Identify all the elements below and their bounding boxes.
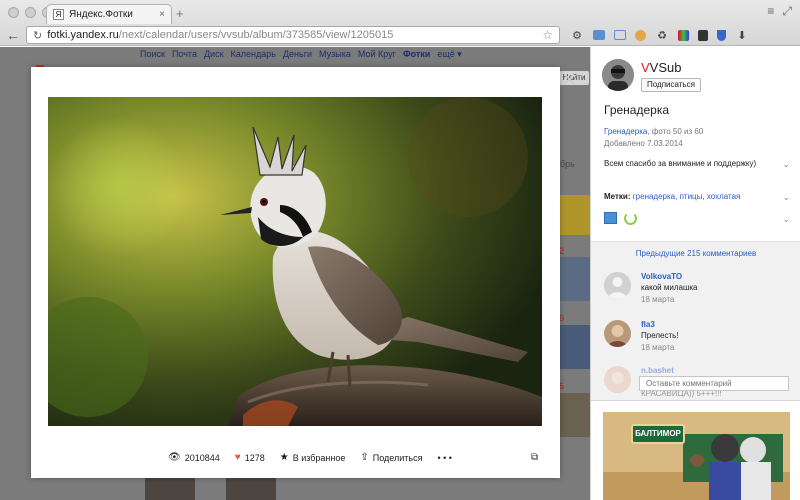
close-icon[interactable]: ✕ [562, 70, 577, 91]
nav-search[interactable]: Поиск [140, 49, 165, 60]
thumbnail[interactable] [559, 393, 590, 437]
subscribe-button[interactable]: Подписаться [641, 78, 701, 92]
comment-author[interactable]: VolkovaTO [641, 272, 682, 281]
photo-description: Всем спасибо за внимание и поддержку) [604, 159, 757, 168]
photo-title: Гренадерка [604, 103, 670, 117]
minimize-window-button[interactable] [25, 7, 36, 18]
favorite-label: В избранное [292, 452, 346, 463]
comment-input[interactable] [639, 376, 789, 391]
cookie-icon[interactable] [635, 29, 646, 41]
album-position: , фото 50 из 60 [647, 127, 704, 136]
author-name-rest: VSub [649, 60, 682, 75]
image-icon[interactable] [604, 212, 617, 224]
nav-mail[interactable]: Почта [172, 49, 197, 60]
extension-icons: ⚙ ♻ ⬇ [570, 28, 749, 42]
window-icon[interactable] [593, 30, 605, 40]
comment-author[interactable]: fla3 [641, 320, 655, 329]
tag-links[interactable]: гренадерка, птицы, хохлатая [633, 192, 741, 201]
photo-info-panel: VVSub Подписаться Гренадерка Гренадерка,… [590, 47, 800, 500]
nav-fotki[interactable]: Фотки [403, 49, 430, 60]
bookmark-star-icon[interactable]: ☆ [542, 28, 553, 42]
previous-comments-link[interactable]: Предыдущие 215 комментариев [591, 249, 800, 258]
tab-title: Яндекс.Фотки [69, 9, 133, 20]
reload-icon[interactable]: ↻ [33, 29, 42, 42]
star-icon: ★ [279, 452, 289, 463]
address-bar[interactable]: ↻ fotki.yandex.ru/next/calendar/users/vv… [26, 26, 560, 44]
yandex-top-nav: Поиск Почта Диск Календарь Деньги Музыка… [140, 49, 462, 60]
comment-author[interactable]: n.bashet [641, 366, 674, 375]
eye-icon: 👁 [168, 452, 181, 463]
comment-text: какой милашка [641, 283, 698, 292]
advertisement-banner[interactable]: БАЛТИМОР [603, 412, 790, 500]
favorite-button[interactable]: ★ В избранное [280, 452, 346, 463]
nav-calendar[interactable]: Календарь [231, 49, 276, 60]
toolbar: ← ↻ fotki.yandex.ru/next/calendar/users/… [0, 24, 800, 46]
new-tab-button[interactable]: + [176, 6, 184, 21]
chevron-down-icon[interactable]: ⌄ [782, 214, 790, 225]
fullscreen-icon[interactable]: ⧉ [531, 452, 538, 463]
close-tab-icon[interactable]: × [159, 9, 165, 20]
loading-icon [624, 212, 637, 225]
browser-tab[interactable]: Я Яндекс.Фотки × [46, 4, 172, 24]
thumbnail[interactable] [559, 257, 590, 301]
avatar[interactable] [604, 320, 631, 347]
tags-row: Метки: гренадерка, птицы, хохлатая [604, 192, 740, 201]
avatar[interactable] [604, 272, 631, 299]
puzzle-icon[interactable] [698, 29, 708, 41]
url-host: fotki.yandex.ru [47, 29, 119, 41]
thumbnail[interactable] [559, 195, 590, 235]
views-count: 2010844 [184, 452, 220, 463]
chevron-down-icon[interactable]: ⌄ [782, 192, 790, 203]
share-button[interactable]: ⇪ Поделиться [360, 452, 422, 463]
nav-moikrug[interactable]: Мой Круг [358, 49, 396, 60]
shield-icon[interactable] [717, 29, 726, 41]
nav-more[interactable]: ещё ▾ [437, 49, 461, 60]
added-date: Добавлено 7.03.2014 [604, 139, 683, 148]
favicon-icon: Я [53, 9, 64, 20]
nav-music[interactable]: Музыка [319, 49, 351, 60]
nav-disk[interactable]: Диск [204, 49, 224, 60]
browser-chrome: Я Яндекс.Фотки × + ≡ ⤢ ← ↻ fotki.yandex.… [0, 0, 800, 46]
author-name[interactable]: VVSub [641, 60, 681, 75]
window-icon[interactable] [614, 30, 626, 40]
ad-brand-logo: БАЛТИМОР [631, 424, 685, 444]
comment-item: fla3 Прелесть! 18 марта [604, 320, 794, 354]
author-initial: V [641, 60, 650, 75]
fullscreen-icon[interactable]: ⤢ [782, 4, 792, 19]
menu-icon[interactable]: ≡ [767, 4, 774, 19]
like-button[interactable]: ♥ 1278 [235, 452, 265, 463]
url-path: /next/calendar/users/vvsub/album/373585/… [118, 29, 394, 41]
album-info: Гренадерка, фото 50 из 60 [604, 127, 703, 136]
comment-date: 18 марта [641, 343, 675, 352]
close-window-button[interactable] [8, 7, 19, 18]
comment-text: Прелесть! [641, 331, 679, 340]
avatar[interactable] [602, 59, 634, 91]
comments-section: Предыдущие 215 комментариев VolkovaTO ка… [591, 241, 800, 401]
color-icon[interactable] [678, 29, 689, 41]
chevron-down-icon[interactable]: ⌄ [782, 159, 790, 170]
download-icon[interactable]: ⬇ [735, 28, 749, 42]
thumbnail[interactable] [559, 325, 590, 369]
window-menu: ≡ ⤢ [767, 4, 792, 19]
more-button[interactable]: • • • [437, 453, 451, 463]
heart-icon: ♥ [234, 452, 241, 463]
photo-crested-tit[interactable] [48, 97, 542, 426]
avatar[interactable] [604, 366, 631, 393]
recycle-icon[interactable]: ♻ [655, 28, 669, 42]
likes-count: 1278 [244, 452, 265, 463]
month-label: брь [560, 159, 575, 169]
comment-date: 18 марта [641, 295, 675, 304]
views-counter: 👁 2010844 [168, 452, 220, 463]
tags-label: Метки: [604, 192, 631, 201]
back-arrow-icon[interactable]: ← [6, 27, 26, 43]
photo-stats: 👁 2010844 ♥ 1278 ★ В избранное ⇪ Поделит… [168, 452, 452, 463]
share-icon: ⇪ [360, 452, 369, 463]
comment-item: VolkovaTO какой милашка 18 марта [604, 272, 794, 306]
share-label: Поделиться [372, 452, 423, 463]
gear-icon[interactable]: ⚙ [570, 28, 584, 42]
nav-money[interactable]: Деньги [283, 49, 312, 60]
album-link[interactable]: Гренадерка [604, 127, 647, 136]
